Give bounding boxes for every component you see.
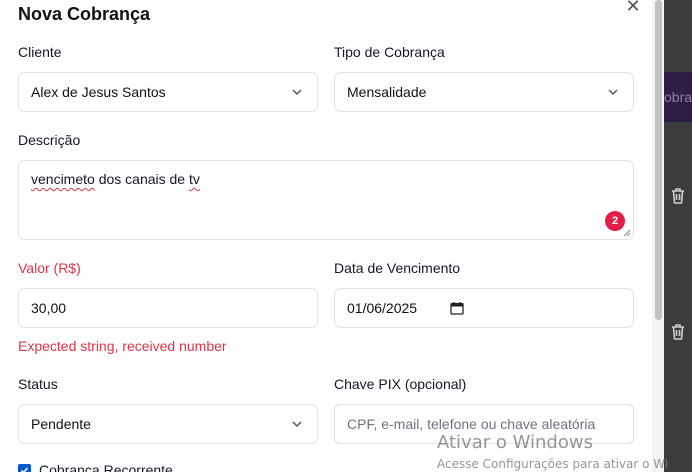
chevron-down-icon <box>292 421 302 428</box>
watermark-line2: Acesse Configurações para ativar o Wi <box>437 457 669 471</box>
due-date-input[interactable]: 01/06/2025 <box>334 288 634 328</box>
status-select[interactable]: Pendente <box>18 404 318 444</box>
client-label: Cliente <box>18 44 62 60</box>
chevron-down-icon <box>292 89 302 96</box>
chevron-down-icon <box>608 89 618 96</box>
charge-type-value: Mensalidade <box>347 84 427 100</box>
recurring-row[interactable]: Cobrança Recorrente <box>18 462 173 472</box>
grammar-badge[interactable]: 2 <box>605 211 625 231</box>
windows-activation-watermark: Ativar o Windows Acesse Configurações pa… <box>437 432 668 471</box>
amount-error: Expected string, received number <box>18 338 227 354</box>
description-label: Descrição <box>18 132 81 148</box>
trash-icon <box>672 324 684 340</box>
status-value: Pendente <box>31 416 91 432</box>
scrollbar-thumb[interactable] <box>655 0 662 320</box>
dialog-title: Nova Cobrança <box>18 4 151 24</box>
description-text: dos canais de <box>94 171 189 187</box>
recurring-checkbox[interactable] <box>18 463 31 472</box>
charge-type-select[interactable]: Mensalidade <box>334 72 634 112</box>
due-date-label: Data de Vencimento <box>334 260 461 276</box>
background-app <box>660 0 692 472</box>
misspelled-word: tv <box>188 171 200 187</box>
due-date-value: 01/06/2025 <box>347 300 418 316</box>
new-charge-dialog: Nova Cobrança ✕ Cliente Alex de Jesus Sa… <box>0 0 664 472</box>
recurring-label: Cobrança Recorrente <box>39 462 173 472</box>
pix-key-placeholder: CPF, e-mail, telefone ou chave aleatória <box>347 416 596 432</box>
amount-value: 30,00 <box>31 300 67 316</box>
client-select[interactable]: Alex de Jesus Santos <box>18 72 318 112</box>
close-icon[interactable]: ✕ <box>625 0 641 15</box>
trash-icon <box>672 188 684 204</box>
resize-handle-icon[interactable] <box>623 229 631 237</box>
charge-type-label: Tipo de Cobrança <box>334 44 445 60</box>
amount-label: Valor (R$) <box>18 260 81 276</box>
check-icon <box>20 466 29 472</box>
watermark-line1: Ativar o Windows <box>437 432 593 453</box>
misspelled-word: vencimeto <box>31 171 95 187</box>
amount-input[interactable]: 30,00 <box>18 288 318 328</box>
description-textarea[interactable]: vencimeto dos canais de tv 2 <box>18 160 634 240</box>
client-select-value: Alex de Jesus Santos <box>31 84 166 100</box>
calendar-icon[interactable] <box>450 301 464 315</box>
background-button: obran <box>664 72 692 122</box>
pix-key-label: Chave PIX (opcional) <box>334 376 467 392</box>
status-label: Status <box>18 376 58 392</box>
